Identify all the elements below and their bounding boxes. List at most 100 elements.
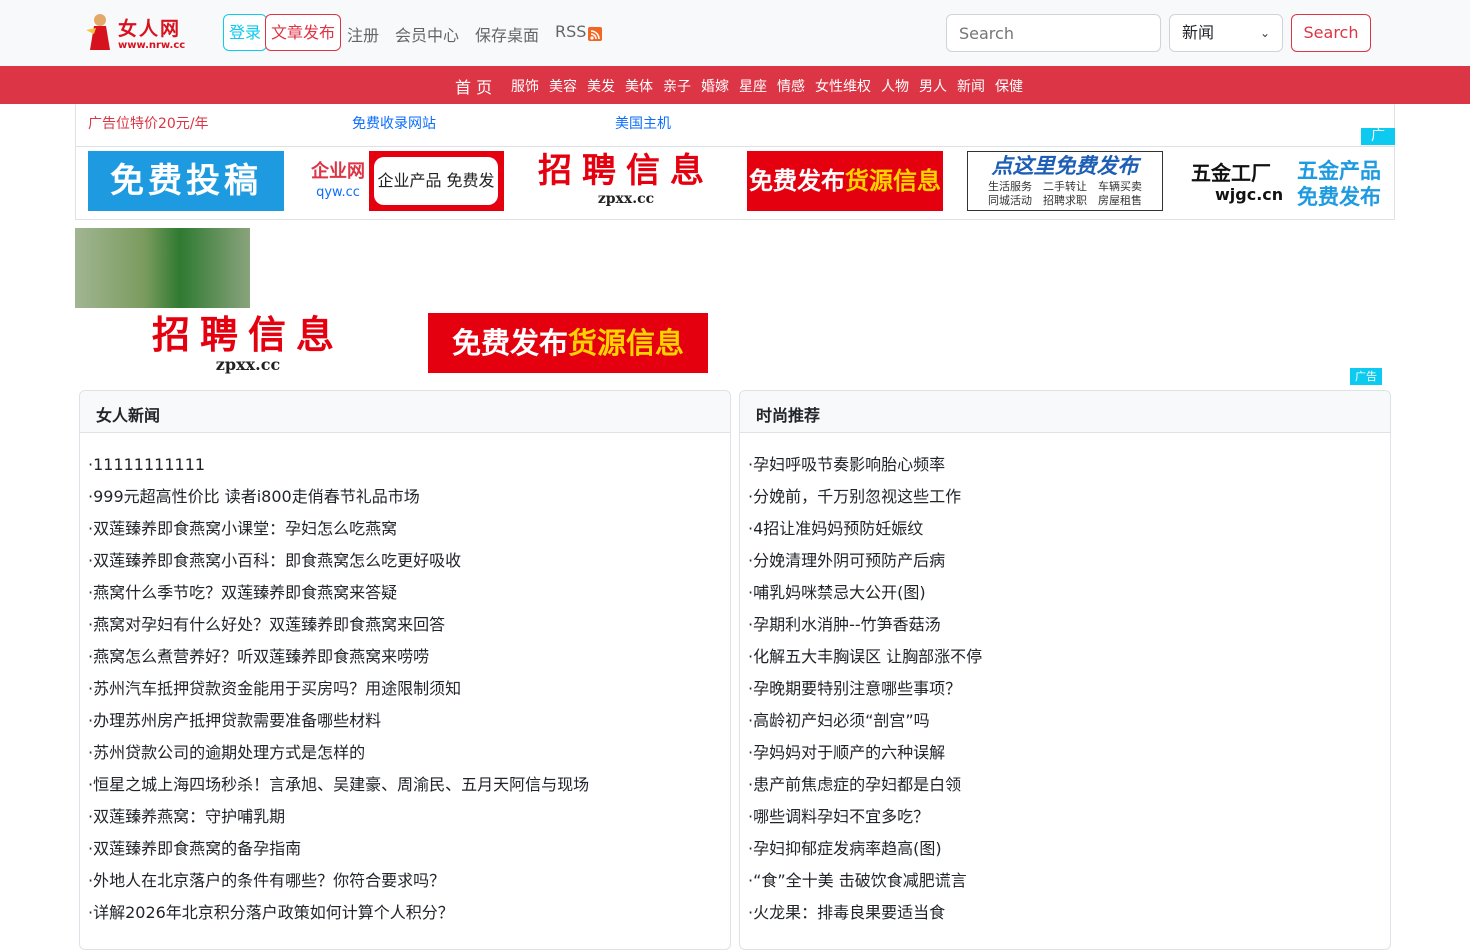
supply-large-a: 免费发布 xyxy=(451,326,568,360)
search-category-select[interactable]: 新闻 ⌄ xyxy=(1169,14,1283,52)
news-item[interactable]: ·苏州贷款公司的逾期处理方式是怎样的 xyxy=(88,737,730,769)
news-item[interactable]: ·燕窝对孕妇有什么好处？双莲臻养即食燕窝来回答 xyxy=(88,609,730,641)
site-logo[interactable]: 女人网 www.nrw.cc xyxy=(84,10,210,54)
enterprise-url: qyw.cc xyxy=(316,185,360,200)
menu-item[interactable]: 男人 xyxy=(919,76,947,96)
category-menu: 首 页 服饰 美容 美发 美体 亲子 婚嫁 星座 情感 女性维权 人物 男人 新… xyxy=(0,66,1470,104)
news-item[interactable]: ·双莲臻养即食燕窝小百科：即食燕窝怎么吃更好吸收 xyxy=(88,545,730,577)
text-ad-row: 广告位特价20元/年 免费收录网站 美国主机 广 xyxy=(75,104,1395,146)
news-item[interactable]: ·办理苏州房产抵押贷款需要准备哪些材料 xyxy=(88,705,730,737)
banner-hardware[interactable]: 五金工厂 wjgc.cn 五金产品 免费发布 xyxy=(1187,151,1383,211)
news-item[interactable]: ·孕晚期要特别注意哪些事项？ xyxy=(748,673,1390,705)
menu-item[interactable]: 星座 xyxy=(739,76,767,96)
news-item[interactable]: ·恒星之城上海四场秒杀！言承旭、吴建豪、周渝民、五月天阿信与现场 xyxy=(88,769,730,801)
news-item[interactable]: ·燕窝怎么煮营养好？听双莲臻养即食燕窝来唠唠 xyxy=(88,641,730,673)
news-item[interactable]: ·分娩清理外阴可预防产后病 xyxy=(748,545,1390,577)
news-item[interactable]: ·11111111111 xyxy=(88,449,730,481)
news-item[interactable]: ·化解五大丰胸误区 让胸部涨不停 xyxy=(748,641,1390,673)
menu-item[interactable]: 亲子 xyxy=(663,76,691,96)
menu-item[interactable]: 美发 xyxy=(587,76,615,96)
news-item[interactable]: ·孕妇抑郁症发病率趋高(图) xyxy=(748,833,1390,865)
logo-url: www.nrw.cc xyxy=(118,40,185,51)
ad-link-free-listing[interactable]: 免费收录网站 xyxy=(352,113,436,133)
chevron-down-icon: ⌄ xyxy=(1259,26,1270,40)
banner-supply-large[interactable]: 免费发布货源信息 xyxy=(428,313,708,373)
menu-item[interactable]: 女性维权 xyxy=(815,76,871,96)
news-item[interactable]: ·双莲臻养燕窝：守护哺乳期 xyxy=(88,801,730,833)
supply-text-a: 免费发布 xyxy=(749,167,845,195)
menu-item[interactable]: 情感 xyxy=(777,76,805,96)
recruit-title: 招聘信息 xyxy=(538,151,714,191)
free-post-title: 点这里免费发布 xyxy=(991,154,1139,178)
hardware-logo: 五金工厂 xyxy=(1191,161,1271,185)
recruit-large-title: 招聘信息 xyxy=(151,313,344,357)
search-input[interactable] xyxy=(946,14,1161,52)
nav-register[interactable]: 注册 xyxy=(347,22,379,46)
news-item[interactable]: ·分娩前，千万别忽视这些工作 xyxy=(748,481,1390,513)
women-news-card: 女人新闻 ·11111111111·999元超高性价比 读者i800走俏春节礼品… xyxy=(79,390,731,950)
search-category-value: 新闻 xyxy=(1182,23,1215,42)
banner-supply-info[interactable]: 免费发布货源信息 xyxy=(747,151,943,211)
banner-row: 免费投稿 企业网 qyw.cc 企业产品 免费发布 招聘信息 zpxx.cc 免… xyxy=(75,146,1395,220)
free-post-line1: 生活服务 二手转让 车辆买卖 xyxy=(988,180,1142,193)
nav-rss[interactable]: RSS xyxy=(555,22,586,41)
ad-link-price[interactable]: 广告位特价20元/年 xyxy=(88,113,209,133)
search-button[interactable]: Search xyxy=(1291,14,1371,52)
enterprise-logo-text: 企业网 xyxy=(311,161,365,182)
logo-graphic: 女人网 www.nrw.cc xyxy=(86,14,185,51)
news-item[interactable]: ·高龄初产妇必须“剖宫”吗 xyxy=(748,705,1390,737)
news-item[interactable]: ·详解2026年北京积分落户政策如何计算个人积分？ xyxy=(88,897,730,929)
nav-save-desktop[interactable]: 保存桌面 xyxy=(475,22,539,46)
hardware-text2: 免费发布 xyxy=(1297,185,1381,209)
news-item[interactable]: ·孕期利水消肿--竹笋香菇汤 xyxy=(748,609,1390,641)
news-item[interactable]: ·双莲臻养即食燕窝小课堂：孕妇怎么吃燕窝 xyxy=(88,513,730,545)
news-list: ·孕妇呼吸节奏影响胎心频率 ·分娩前，千万别忽视这些工作 ·4招让准妈妈预防妊娠纹 ·… xyxy=(740,433,1390,929)
news-item[interactable]: ·“食”全十美 击破饮食减肥谎言 xyxy=(748,865,1390,897)
ad-badge: 广 xyxy=(1361,128,1395,145)
menu-home[interactable]: 首 页 xyxy=(455,74,492,98)
news-item[interactable]: ·孕妈妈对于顺产的六种误解 xyxy=(748,737,1390,769)
news-item[interactable]: ·孕妇呼吸节奏影响胎心频率 xyxy=(748,449,1390,481)
banner-recruit-large[interactable]: 招聘信息 zpxx.cc xyxy=(88,313,408,373)
news-item[interactable]: ·燕窝什么季节吃？双莲臻养即食燕窝来答疑 xyxy=(88,577,730,609)
login-button[interactable]: 登录 xyxy=(223,14,268,51)
banner-free-post[interactable]: 点这里免费发布 生活服务 二手转让 车辆买卖 同城活动 招聘求职 房屋租售 xyxy=(967,151,1163,211)
enterprise-tagline: 企业产品 免费发布 xyxy=(374,157,498,205)
rss-icon[interactable] xyxy=(588,27,602,41)
news-item[interactable]: ·苏州汽车抵押贷款资金能用于买房吗？用途限制须知 xyxy=(88,673,730,705)
news-list: ·11111111111·999元超高性价比 读者i800走俏春节礼品市场 ·双莲… xyxy=(80,433,730,929)
supply-text-b: 货源信息 xyxy=(845,167,941,195)
menu-item[interactable]: 美体 xyxy=(625,76,653,96)
menu-item[interactable]: 保健 xyxy=(995,76,1023,96)
top-navbar: 女人网 www.nrw.cc 登录 文章发布 注册 会员中心 保存桌面 RSS … xyxy=(0,0,1470,66)
ad-badge: 广告 xyxy=(1350,368,1382,385)
banner-free-submit[interactable]: 免费投稿 xyxy=(88,151,284,211)
card-title: 时尚推荐 xyxy=(740,391,1390,433)
menu-item[interactable]: 美容 xyxy=(549,76,577,96)
news-item[interactable]: ·火龙果：排毒良果要适当食 xyxy=(748,897,1390,929)
menu-item[interactable]: 人物 xyxy=(881,76,909,96)
card-title: 女人新闻 xyxy=(80,391,730,433)
nav-member-center[interactable]: 会员中心 xyxy=(395,22,459,46)
banner-recruit[interactable]: 招聘信息 zpxx.cc xyxy=(528,151,724,211)
hardware-url: wjgc.cn xyxy=(1215,185,1284,204)
free-post-line2: 同城活动 招聘求职 房屋租售 xyxy=(988,194,1142,207)
fashion-recommend-card: 时尚推荐 ·孕妇呼吸节奏影响胎心频率 ·分娩前，千万别忽视这些工作 ·4招让准妈妈预… xyxy=(739,390,1391,950)
news-item[interactable]: ·患产前焦虑症的孕妇都是白领 xyxy=(748,769,1390,801)
menu-item[interactable]: 婚嫁 xyxy=(701,76,729,96)
news-item[interactable]: ·双莲臻养即食燕窝的备孕指南 xyxy=(88,833,730,865)
news-item[interactable]: ·4招让准妈妈预防妊娠纹 xyxy=(748,513,1390,545)
logo-text: 女人网 xyxy=(118,17,181,40)
news-item[interactable]: ·哺乳妈咪禁忌大公开(图) xyxy=(748,577,1390,609)
news-item[interactable]: ·外地人在北京落户的条件有哪些？你符合要求吗？ xyxy=(88,865,730,897)
ad-image[interactable] xyxy=(75,228,250,308)
recruit-url: zpxx.cc xyxy=(597,191,655,207)
news-item[interactable]: ·哪些调料孕妇不宜多吃？ xyxy=(748,801,1390,833)
post-article-button[interactable]: 文章发布 xyxy=(265,14,342,51)
menu-item[interactable]: 新闻 xyxy=(957,76,985,96)
news-item[interactable]: ·999元超高性价比 读者i800走俏春节礼品市场 xyxy=(88,481,730,513)
supply-large-b: 货源信息 xyxy=(568,326,685,360)
banner-enterprise[interactable]: 企业网 qyw.cc 企业产品 免费发布 xyxy=(308,151,504,211)
menu-item[interactable]: 服饰 xyxy=(511,76,539,96)
ad-link-us-host[interactable]: 美国主机 xyxy=(615,113,671,133)
